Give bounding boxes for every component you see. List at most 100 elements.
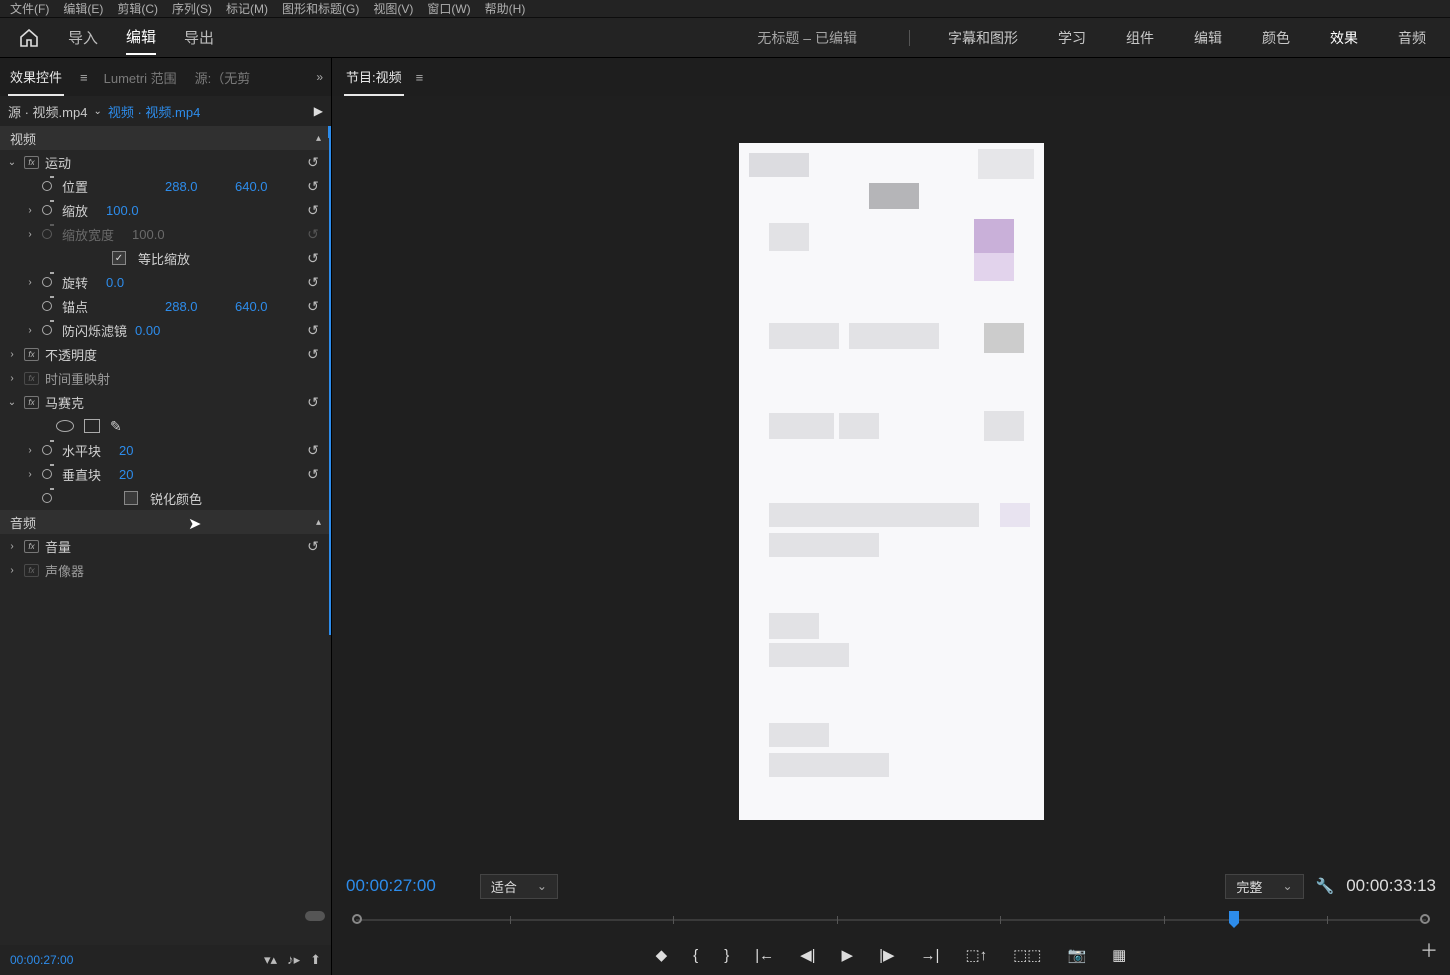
position-x-value[interactable]: 288.0 <box>165 179 225 194</box>
effect-volume[interactable]: › fx 音量 ↺ <box>0 534 331 558</box>
stopwatch-icon[interactable] <box>42 179 56 193</box>
playhead[interactable] <box>1229 911 1239 923</box>
tab-effect-controls[interactable]: 效果控件 <box>8 59 64 96</box>
chevron-right-icon[interactable]: › <box>6 373 18 384</box>
menu-file[interactable]: 文件(F) <box>10 0 49 17</box>
quality-dropdown[interactable]: 完整 <box>1225 874 1303 899</box>
fx-icon[interactable]: fx <box>24 156 39 169</box>
effect-opacity[interactable]: › fx 不透明度 ↺ <box>0 342 331 366</box>
filter-icon[interactable]: ▾▴ <box>264 952 277 968</box>
hblocks-value[interactable]: 20 <box>119 443 179 458</box>
nav-edit[interactable]: 编辑 <box>126 20 156 55</box>
effect-panner[interactable]: › fx 声像器 <box>0 558 331 582</box>
collapse-icon[interactable]: ▴ <box>316 517 321 528</box>
stopwatch-icon[interactable] <box>42 275 56 289</box>
fx-icon[interactable]: fx <box>24 372 39 385</box>
go-to-out-button[interactable]: →| <box>921 947 940 964</box>
effect-mosaic[interactable]: ⌄ fx 马赛克 ↺ <box>0 390 331 414</box>
current-timecode[interactable]: 00:00:27:00 <box>346 876 436 896</box>
menu-mark[interactable]: 标记(M) <box>226 0 268 17</box>
tab-source[interactable]: 源:（无剪 <box>193 60 253 95</box>
workspace-captions[interactable]: 字幕和图形 <box>942 28 1024 48</box>
effect-motion[interactable]: ⌄ fx 运动 ↺ <box>0 150 331 174</box>
go-to-in-button[interactable]: |← <box>755 947 774 964</box>
overflow-icon[interactable]: » <box>316 70 323 84</box>
mini-timeline[interactable] <box>346 905 1436 935</box>
menu-clip[interactable]: 剪辑(C) <box>117 0 158 17</box>
workspace-learn[interactable]: 学习 <box>1052 28 1092 48</box>
music-icon[interactable]: ♪▸ <box>287 952 300 968</box>
position-y-value[interactable]: 640.0 <box>235 179 295 194</box>
collapse-icon[interactable]: ▴ <box>316 133 321 144</box>
nav-import[interactable]: 导入 <box>68 21 98 54</box>
panel-menu-icon[interactable]: ≡ <box>80 70 88 85</box>
chevron-right-icon[interactable]: › <box>24 205 36 216</box>
clip-link[interactable]: 视频 · 视频.mp4 <box>108 102 200 121</box>
stopwatch-icon[interactable] <box>42 443 56 457</box>
chevron-right-icon[interactable]: › <box>6 349 18 360</box>
footer-timecode[interactable]: 00:00:27:00 <box>10 953 73 967</box>
workspace-audio[interactable]: 音频 <box>1392 28 1432 48</box>
workspace-edit[interactable]: 编辑 <box>1188 28 1228 48</box>
stopwatch-icon[interactable] <box>42 323 56 337</box>
step-forward-button[interactable]: |▶ <box>879 946 894 964</box>
anchor-y-value[interactable]: 640.0 <box>235 299 295 314</box>
panel-menu-icon[interactable]: ≡ <box>416 70 424 85</box>
reset-icon[interactable]: ↺ <box>301 154 325 171</box>
reset-icon[interactable]: ↺ <box>301 538 325 555</box>
stopwatch-icon[interactable] <box>42 299 56 313</box>
preview-viewport[interactable] <box>332 96 1450 867</box>
menu-graphics[interactable]: 图形和标题(G) <box>282 0 359 17</box>
fx-icon[interactable]: fx <box>24 348 39 361</box>
vblocks-value[interactable]: 20 <box>119 467 179 482</box>
menu-edit[interactable]: 编辑(E) <box>63 0 103 17</box>
reset-icon[interactable]: ↺ <box>301 442 325 459</box>
extract-button[interactable]: ⬚⬚ <box>1013 946 1041 964</box>
timeline-end-handle[interactable] <box>1420 914 1430 924</box>
scrollbar-thumb[interactable] <box>305 911 325 921</box>
menu-sequence[interactable]: 序列(S) <box>172 0 212 17</box>
chevron-down-icon[interactable]: ⌄ <box>93 106 101 117</box>
chevron-right-icon[interactable]: › <box>24 445 36 456</box>
workspace-effects[interactable]: 效果 <box>1324 28 1364 48</box>
scale-value[interactable]: 100.0 <box>106 203 166 218</box>
sharpen-checkbox[interactable] <box>124 491 138 505</box>
reset-icon[interactable]: ↺ <box>301 178 325 195</box>
menu-view[interactable]: 视图(V) <box>373 0 413 17</box>
settings-icon[interactable]: 🔧 <box>1316 877 1335 895</box>
reset-icon[interactable]: ↺ <box>301 274 325 291</box>
mask-pen-icon[interactable]: ✎ <box>110 418 122 435</box>
chevron-right-icon[interactable]: › <box>24 325 36 336</box>
add-button[interactable]: ＋ <box>1420 937 1438 963</box>
anchor-x-value[interactable]: 288.0 <box>165 299 225 314</box>
fx-icon[interactable]: fx <box>24 540 39 553</box>
tab-lumetri-scopes[interactable]: Lumetri 范围 <box>102 60 179 95</box>
menu-help[interactable]: 帮助(H) <box>485 0 526 17</box>
reset-icon[interactable]: ↺ <box>301 298 325 315</box>
chevron-right-icon[interactable]: › <box>6 541 18 552</box>
effect-time-remap[interactable]: › fx 时间重映射 <box>0 366 331 390</box>
chevron-down-icon[interactable]: ⌄ <box>6 157 18 168</box>
stopwatch-icon[interactable] <box>42 203 56 217</box>
reset-icon[interactable]: ↺ <box>301 250 325 267</box>
antiflicker-value[interactable]: 0.00 <box>135 323 195 338</box>
play-icon[interactable]: ▶ <box>314 104 323 118</box>
workspace-assembly[interactable]: 组件 <box>1120 28 1160 48</box>
audio-section-header[interactable]: 音频 ▴ <box>0 510 331 534</box>
chevron-right-icon[interactable]: › <box>24 469 36 480</box>
rotation-value[interactable]: 0.0 <box>106 275 166 290</box>
chevron-right-icon[interactable]: › <box>24 229 36 240</box>
add-marker-button[interactable]: ◆ <box>656 946 668 964</box>
reset-icon[interactable]: ↺ <box>301 346 325 363</box>
tab-program[interactable]: 节目:视频 <box>344 59 404 96</box>
chevron-right-icon[interactable]: › <box>24 277 36 288</box>
fx-icon[interactable]: fx <box>24 564 39 577</box>
fx-icon[interactable]: fx <box>24 396 39 409</box>
menu-window[interactable]: 窗口(W) <box>427 0 470 17</box>
stopwatch-icon[interactable] <box>42 467 56 481</box>
lift-button[interactable]: ⬚↑ <box>965 946 987 964</box>
mark-out-button[interactable]: } <box>724 947 729 964</box>
nav-export[interactable]: 导出 <box>184 21 214 54</box>
workspace-color[interactable]: 颜色 <box>1256 28 1296 48</box>
play-button[interactable]: ▶ <box>842 946 854 964</box>
